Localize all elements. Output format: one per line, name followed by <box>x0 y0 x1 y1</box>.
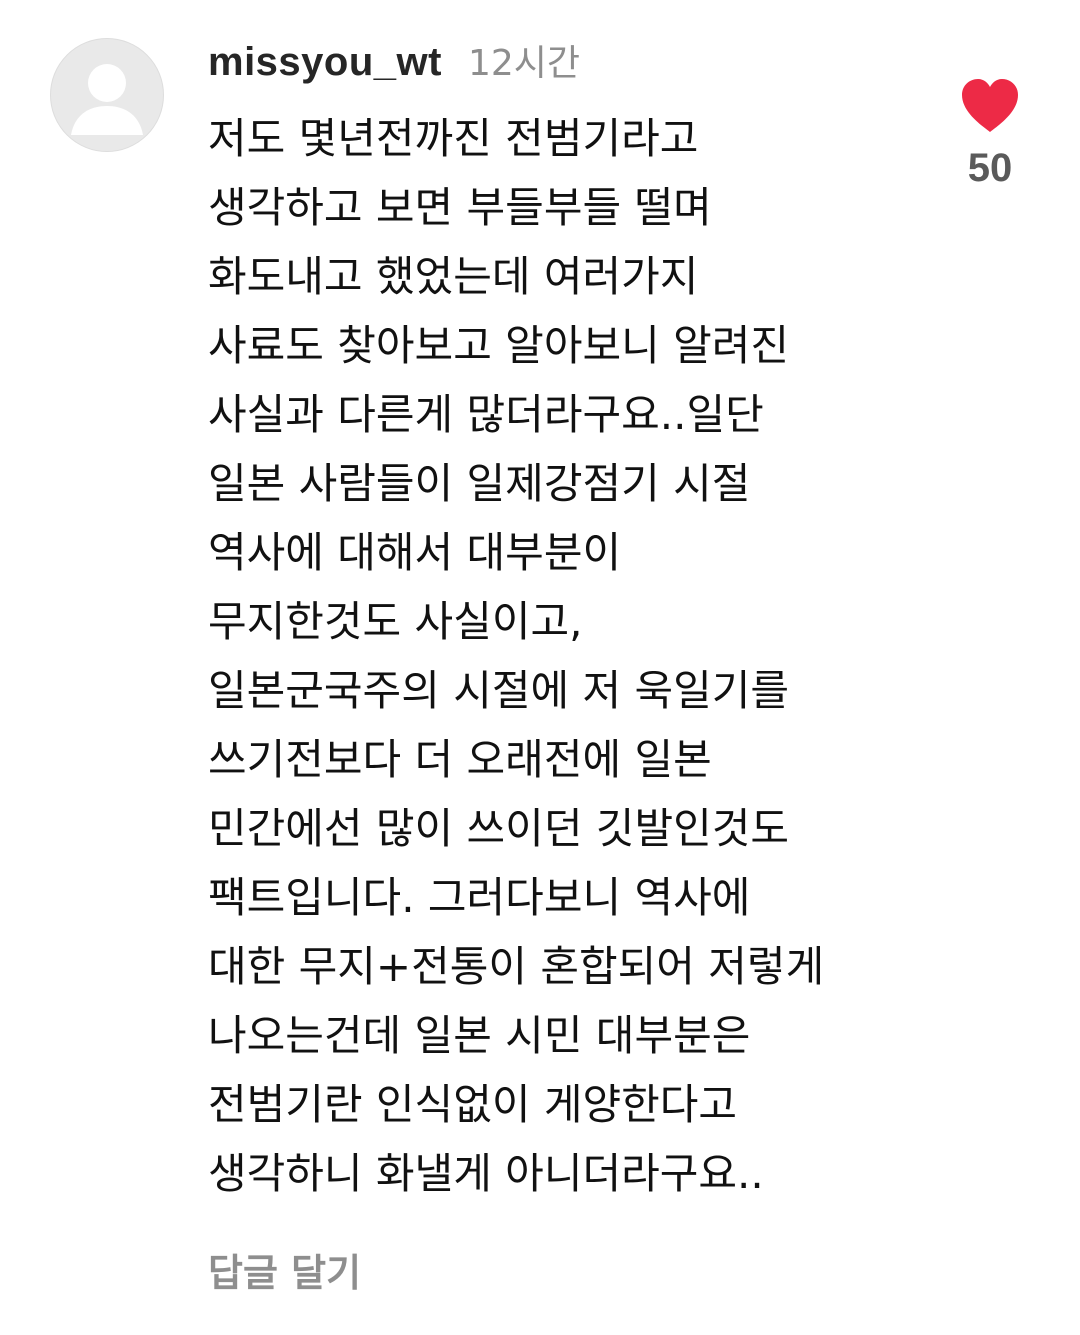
comment-header: missyou_wt 12시간 <box>208 34 580 86</box>
default-user-avatar-icon <box>71 64 143 135</box>
comment-line: 역사에 대해서 대부분이 <box>208 528 622 577</box>
reply-button[interactable]: 답글 달기 <box>208 1242 361 1297</box>
comment-timestamp: 12시간 <box>467 43 581 84</box>
heart-icon <box>962 79 1018 132</box>
user-avatar[interactable] <box>50 38 164 152</box>
comment-line: 생각하니 화낼게 아니더라구요.. <box>208 1149 764 1198</box>
comment-line: 화도내고 했었는데 여러가지 <box>208 252 699 301</box>
comment-text: 저도 몇년전까진 전범기라고생각하고 보면 부들부들 떨며화도내고 했었는데 여… <box>208 104 938 1208</box>
comment-line: 쓰기전보다 더 오래전에 일본 <box>208 735 712 784</box>
like-count: 50 <box>967 146 1013 190</box>
like-button[interactable] <box>958 76 1022 136</box>
comment-line: 일본 사람들이 일제강점기 시절 <box>208 459 751 508</box>
comment-line: 생각하고 보면 부들부들 떨며 <box>208 183 712 232</box>
username-link[interactable]: missyou_wt <box>208 40 442 85</box>
comment-line: 사료도 찾아보고 알아보니 알려진 <box>208 321 790 370</box>
comment-line: 나오는건데 일본 시민 대부분은 <box>208 1011 751 1060</box>
comment-line: 대한 무지+전통이 혼합되어 저렇게 <box>208 942 825 991</box>
comment-line: 전범기란 인식없이 게양한다고 <box>208 1080 738 1129</box>
comment-line: 저도 몇년전까진 전범기라고 <box>208 114 699 163</box>
comment-line: 무지한것도 사실이고, <box>208 597 583 646</box>
comment-line: 사실과 다른게 많더라구요..일단 <box>208 390 764 439</box>
comment-line: 민간에선 많이 쓰이던 깃발인것도 <box>208 804 790 853</box>
comment-line: 팩트입니다. 그러다보니 역사에 <box>208 873 751 922</box>
comment-line: 일본군국주의 시절에 저 욱일기를 <box>208 666 790 715</box>
